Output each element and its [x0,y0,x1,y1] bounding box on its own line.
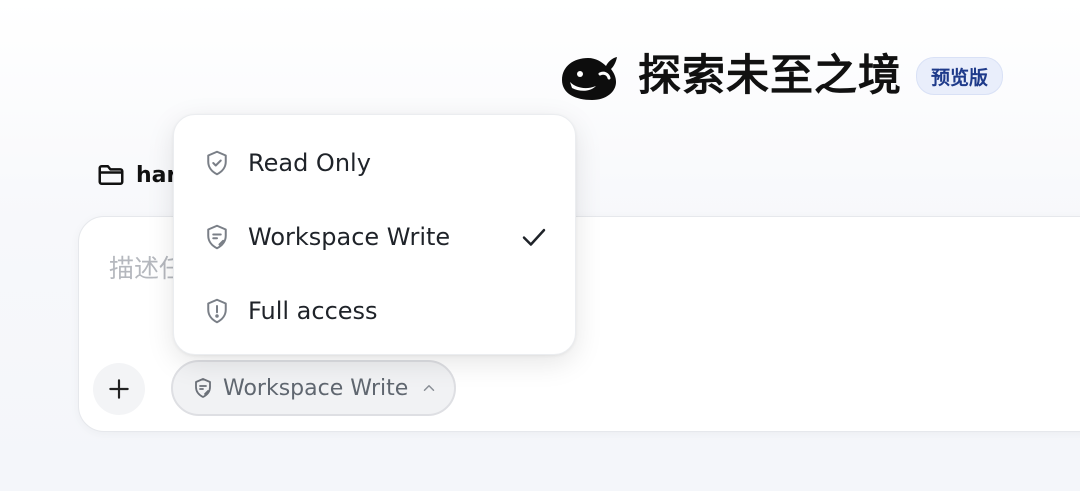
permission-mode-label: Workspace Write [223,375,409,401]
menu-item-full-access[interactable]: Full access [174,281,575,341]
folder-name: har [136,162,178,188]
shield-alert-icon [207,298,227,324]
plus-icon [109,379,129,399]
menu-item-workspace-write[interactable]: Workspace Write [174,207,575,267]
whale-logo-icon [562,57,617,100]
preview-badge: 预览版 [916,57,1004,95]
add-button[interactable] [93,363,145,415]
permission-menu: Read Only Workspace Write Full access [173,114,576,355]
checkmark-icon [522,228,546,246]
brand-header: 探索未至之境 预览版 [556,44,1004,108]
menu-item-label: Workspace Write [248,223,451,251]
permission-mode-button[interactable]: Workspace Write [171,360,457,416]
shield-edit-icon [195,378,211,398]
menu-item-read-only[interactable]: Read Only [174,133,575,193]
folder-selector[interactable]: har [96,158,177,192]
brand-title: 探索未至之境 [638,51,902,101]
chevron-up-icon [424,385,435,391]
menu-item-label: Full access [248,297,378,325]
menu-item-label: Read Only [248,149,371,177]
folder-icon [98,165,124,185]
shield-check-icon [207,150,227,176]
shield-edit-icon [207,224,227,250]
